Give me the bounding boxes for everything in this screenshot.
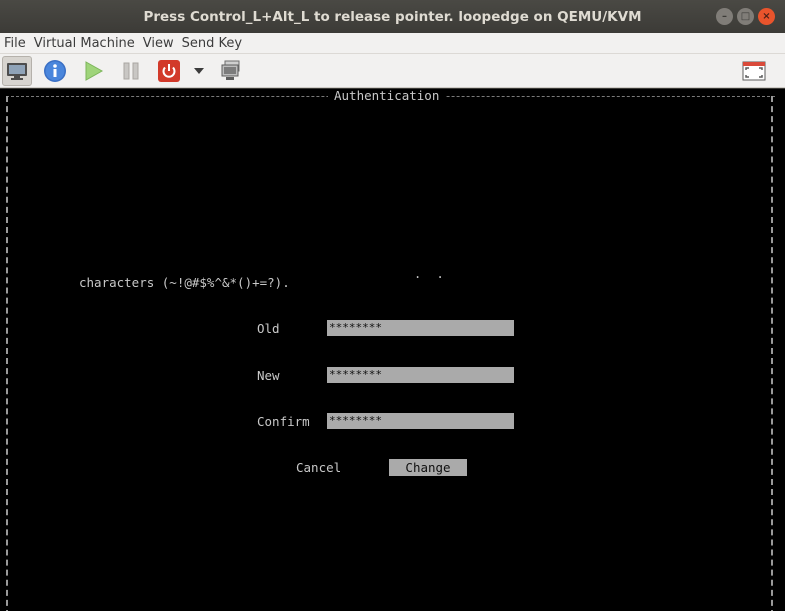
toolbar <box>0 54 785 88</box>
snapshot-icon <box>221 60 240 80</box>
dropdown-arrow-icon <box>194 67 204 74</box>
window-titlebar[interactable]: Press Control_L+Alt_L to release pointer… <box>0 0 785 33</box>
fullscreen-icon <box>742 61 766 81</box>
monitor-icon <box>7 62 27 80</box>
fullscreen-button[interactable] <box>739 56 769 86</box>
menu-send-key[interactable]: Send Key <box>182 36 242 51</box>
pause-icon <box>123 62 139 79</box>
dialog-title: Authentication <box>328 89 446 103</box>
show-details-button[interactable] <box>40 56 70 86</box>
maximize-button[interactable]: □ <box>737 8 754 25</box>
cancel-button[interactable]: Cancel <box>296 460 341 475</box>
menu-file[interactable]: File <box>4 36 26 51</box>
pause-button[interactable] <box>116 56 146 86</box>
dialog-frame-right <box>771 96 773 611</box>
window-title: Press Control_L+Alt_L to release pointer… <box>143 8 642 25</box>
close-icon: × <box>762 10 771 22</box>
close-button[interactable]: × <box>758 8 775 25</box>
shutdown-button[interactable] <box>154 56 184 86</box>
change-button[interactable]: Change <box>389 459 467 476</box>
info-icon <box>44 59 66 82</box>
maximize-icon: □ <box>740 10 751 22</box>
run-button[interactable] <box>78 56 108 86</box>
minimize-icon: – <box>722 10 727 22</box>
menubar: File Virtual Machine View Send Key <box>0 33 785 54</box>
console-dots: . . <box>414 267 448 281</box>
window-controls: – □ × <box>716 8 775 25</box>
dialog-frame-left <box>6 96 8 611</box>
password-rule-text: characters (~!@#$%^&*()+=?). <box>79 275 290 290</box>
menu-view[interactable]: View <box>143 36 174 51</box>
shutdown-menu-button[interactable] <box>192 56 206 86</box>
minimize-button[interactable]: – <box>716 8 733 25</box>
play-icon <box>85 60 104 81</box>
vm-console-screen[interactable]: Authentication . . characters (~!@#$%^&*… <box>0 89 785 611</box>
show-console-button[interactable] <box>2 55 32 86</box>
confirm-password-field[interactable]: ******** <box>327 413 514 429</box>
snapshots-button[interactable] <box>216 56 246 86</box>
menu-virtual-machine[interactable]: Virtual Machine <box>34 36 135 51</box>
old-password-label: Old <box>257 321 280 336</box>
new-password-label: New <box>257 368 280 383</box>
confirm-password-label: Confirm <box>257 414 310 429</box>
power-icon <box>158 59 180 82</box>
old-password-field[interactable]: ******** <box>327 320 514 336</box>
new-password-field[interactable]: ******** <box>327 367 514 383</box>
